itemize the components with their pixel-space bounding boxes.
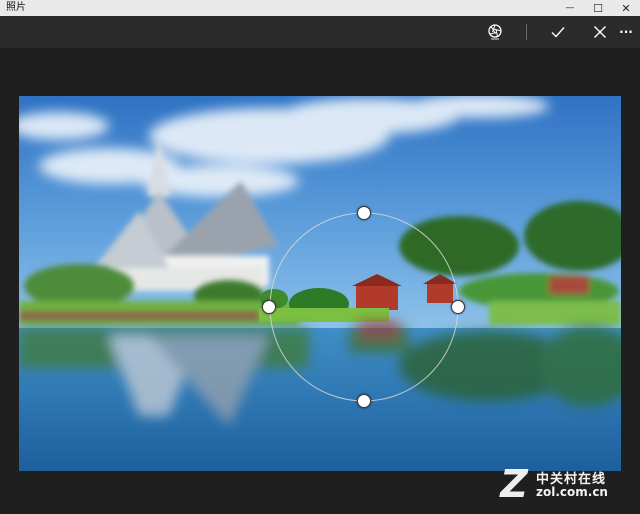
photo-image xyxy=(19,96,621,471)
edit-toolbar: ··· xyxy=(0,16,640,48)
minimize-button[interactable]: — xyxy=(556,0,584,16)
more-button[interactable]: ··· xyxy=(612,16,640,48)
focus-handle-left[interactable] xyxy=(262,300,276,314)
app-title: 照片 xyxy=(6,2,26,13)
watermark-logo: Z xyxy=(500,462,528,506)
minimize-icon: — xyxy=(565,3,575,13)
aperture-button[interactable] xyxy=(477,16,513,48)
more-icon: ··· xyxy=(619,25,633,39)
title-bar: 照片 — ☐ ✕ xyxy=(0,0,640,16)
close-icon: ✕ xyxy=(621,1,631,15)
maximize-icon: ☐ xyxy=(593,1,603,15)
watermark-url: zol.com.cn xyxy=(536,485,608,499)
cancel-icon xyxy=(594,26,606,38)
watermark: Z 中关村在线 zol.com.cn xyxy=(494,462,634,506)
focus-handle-bottom[interactable] xyxy=(357,394,371,408)
photo-canvas[interactable] xyxy=(19,96,621,471)
close-window-button[interactable]: ✕ xyxy=(612,0,640,16)
maximize-button[interactable]: ☐ xyxy=(584,0,612,16)
check-icon xyxy=(551,27,565,38)
toolbar-separator xyxy=(526,24,527,40)
focus-handle-top[interactable] xyxy=(357,206,371,220)
apply-button[interactable] xyxy=(540,16,576,48)
focus-handle-right[interactable] xyxy=(451,300,465,314)
aperture-icon xyxy=(488,24,502,40)
